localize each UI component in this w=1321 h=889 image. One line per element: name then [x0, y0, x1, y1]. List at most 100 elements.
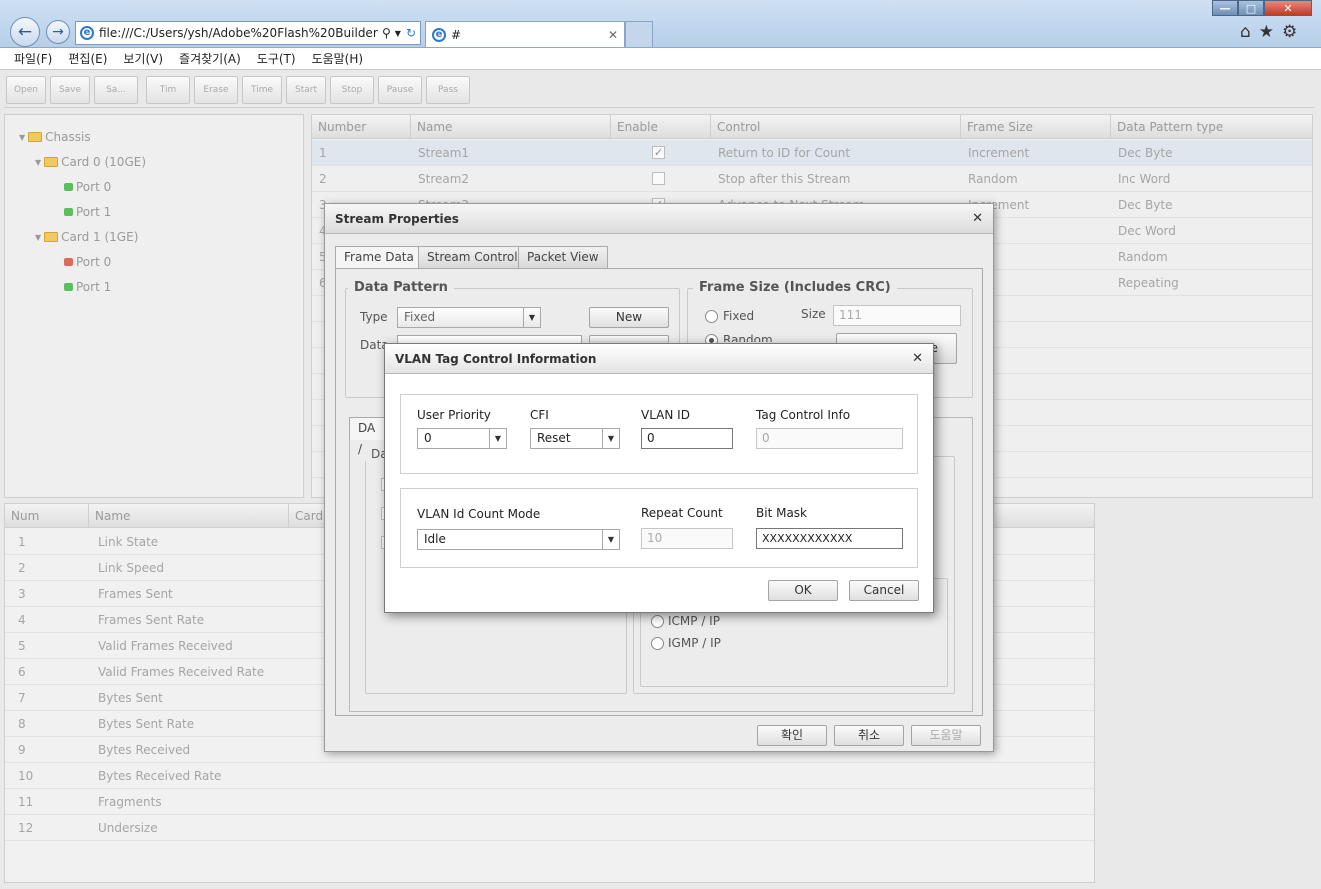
user-priority-combo[interactable]: 0 ▼ — [417, 428, 507, 449]
close-icon[interactable]: ✕ — [912, 351, 923, 366]
expand-arrow-icon[interactable]: ▼ — [35, 158, 41, 167]
stream-row[interactable]: 1 Stream1 ✓ Return to ID for Count Incre… — [312, 140, 1312, 166]
tree-node-card1-port0[interactable]: Port 0 — [64, 255, 111, 269]
igmp-label: IGMP / IP — [668, 636, 721, 650]
size-field[interactable]: 111 — [833, 305, 961, 326]
cell-control: Stop after this Stream — [718, 172, 851, 186]
menu-favorites[interactable]: 즐겨찾기(A) — [179, 50, 241, 67]
menu-edit[interactable]: 편집(E) — [68, 50, 107, 67]
menu-tools[interactable]: 도구(T) — [257, 50, 296, 67]
tree-node-card0[interactable]: ▼ Card 0 (10GE) — [35, 155, 146, 169]
chevron-down-icon[interactable]: ▼ — [523, 308, 540, 327]
menu-help[interactable]: 도움말(H) — [312, 50, 364, 67]
col-header-frame-size[interactable]: Frame Size — [961, 115, 1111, 139]
new-tab-button[interactable] — [625, 21, 653, 47]
bit-mask-field[interactable]: XXXXXXXXXXXX — [756, 528, 903, 549]
dialog-title-bar[interactable]: Stream Properties ✕ — [325, 204, 993, 234]
cell-pattern: Repeating — [1118, 276, 1179, 290]
chevron-down-icon[interactable]: ▼ — [602, 429, 619, 448]
tab-frame-data[interactable]: Frame Data — [335, 246, 423, 269]
expand-arrow-icon[interactable]: ▼ — [35, 233, 41, 242]
chevron-down-icon[interactable]: ▼ — [602, 530, 619, 549]
chevron-down-icon[interactable]: ▼ — [489, 429, 506, 448]
col-header-name[interactable]: Name — [411, 115, 611, 139]
tab-packet-view[interactable]: Packet View — [518, 246, 608, 268]
data-field[interactable] — [397, 335, 582, 343]
dropdown-arrow-icon[interactable]: ▼ — [395, 29, 401, 38]
stat-name: Frames Sent Rate — [98, 613, 205, 627]
enable-checkbox[interactable]: ✓ — [652, 146, 665, 159]
stop-button[interactable]: Stop — [330, 76, 374, 104]
tree-node-card0-port1[interactable]: Port 1 — [64, 205, 111, 219]
col-header-stat-name[interactable]: Name — [89, 504, 289, 528]
tree-node-card1-port1[interactable]: Port 1 — [64, 280, 111, 294]
timer-button[interactable]: Tim — [146, 76, 190, 104]
tab-stream-control[interactable]: Stream Control — [418, 246, 527, 268]
col-header-control[interactable]: Control — [711, 115, 961, 139]
save-as-button[interactable]: Sa... — [94, 76, 138, 104]
back-button[interactable]: ← — [10, 17, 40, 47]
browser-tab-active[interactable]: e # ✕ — [425, 21, 625, 47]
erase-button[interactable]: Erase — [194, 76, 238, 104]
time-button[interactable]: Time — [242, 76, 282, 104]
start-button[interactable]: Start — [286, 76, 326, 104]
cancel-button[interactable]: Cancel — [849, 580, 919, 601]
expand-arrow-icon[interactable]: ▼ — [19, 133, 25, 142]
tab-close-icon[interactable]: ✕ — [608, 28, 618, 42]
search-icon[interactable]: ⚲ — [382, 26, 391, 40]
menu-view[interactable]: 보기(V) — [123, 50, 163, 67]
count-mode-combo[interactable]: Idle ▼ — [417, 529, 620, 550]
settings-gear-icon[interactable]: ⚙ — [1282, 22, 1297, 42]
edit-button[interactable] — [589, 335, 669, 343]
minimize-icon[interactable]: — — [1212, 0, 1238, 16]
tree-label: Chassis — [45, 130, 91, 144]
icmp-radio[interactable] — [651, 615, 664, 628]
browser-actions: ⌂ ★ ⚙ — [1240, 22, 1297, 42]
refresh-icon[interactable]: ↻ — [406, 26, 416, 40]
open-button[interactable]: Open — [6, 76, 46, 104]
bit-mask-label: Bit Mask — [756, 506, 807, 520]
cancel-button[interactable]: 취소 — [834, 725, 904, 746]
type-combo[interactable]: Fixed ▼ — [397, 307, 541, 328]
cfi-combo[interactable]: Reset ▼ — [530, 428, 620, 449]
vlan-dialog-title-bar[interactable]: VLAN Tag Control Information ✕ — [385, 344, 933, 374]
save-button[interactable]: Save — [50, 76, 90, 104]
stat-name: Fragments — [98, 795, 162, 809]
maximize-icon[interactable]: □ — [1238, 0, 1264, 16]
help-button[interactable]: 도움말 — [911, 725, 981, 746]
tab-da-sa[interactable]: DA / — [349, 417, 387, 456]
menu-file[interactable]: 파일(F) — [14, 50, 52, 67]
stat-num: 8 — [18, 717, 26, 731]
close-icon[interactable]: ✕ — [972, 211, 983, 226]
address-text: file:///C:/Users/ysh/Adobe%20Flash%20Bui… — [99, 26, 378, 40]
stat-row[interactable]: 11 Fragments — [5, 789, 1095, 815]
tree-node-chassis[interactable]: ▼ Chassis — [19, 130, 91, 144]
stream-row[interactable]: 2 Stream2 Stop after this Stream Random … — [312, 166, 1312, 192]
tci-field[interactable]: 0 — [756, 428, 903, 449]
stat-row[interactable]: 12 Undersize — [5, 815, 1095, 841]
repeat-count-field[interactable]: 10 — [641, 528, 733, 549]
col-header-num[interactable]: Num — [5, 504, 89, 528]
fixed-radio[interactable] — [705, 310, 718, 323]
new-button[interactable]: New — [589, 307, 669, 328]
favorites-star-icon[interactable]: ★ — [1259, 22, 1274, 42]
address-bar[interactable]: e file:///C:/Users/ysh/Adobe%20Flash%20B… — [75, 21, 421, 45]
confirm-button[interactable]: 확인 — [757, 725, 827, 746]
pass-button[interactable]: Pass — [426, 76, 470, 104]
forward-button[interactable]: → — [46, 20, 70, 44]
col-header-data-pattern[interactable]: Data Pattern type — [1111, 115, 1312, 139]
tree-node-card0-port0[interactable]: Port 0 — [64, 180, 111, 194]
pause-button[interactable]: Pause — [378, 76, 422, 104]
tree-node-card1[interactable]: ▼ Card 1 (1GE) — [35, 230, 138, 244]
col-header-number[interactable]: Number — [312, 115, 411, 139]
igmp-radio[interactable] — [651, 637, 664, 650]
stat-row[interactable]: 10 Bytes Received Rate — [5, 763, 1095, 789]
tree-label: Card 0 (10GE) — [61, 155, 147, 169]
col-header-enable[interactable]: Enable — [611, 115, 711, 139]
home-icon[interactable]: ⌂ — [1240, 22, 1251, 42]
enable-checkbox[interactable] — [652, 172, 665, 185]
close-window-icon[interactable]: ✕ — [1264, 0, 1312, 16]
stat-num: 5 — [18, 639, 26, 653]
ok-button[interactable]: OK — [768, 580, 838, 601]
vlan-id-field[interactable]: 0 — [641, 428, 733, 449]
